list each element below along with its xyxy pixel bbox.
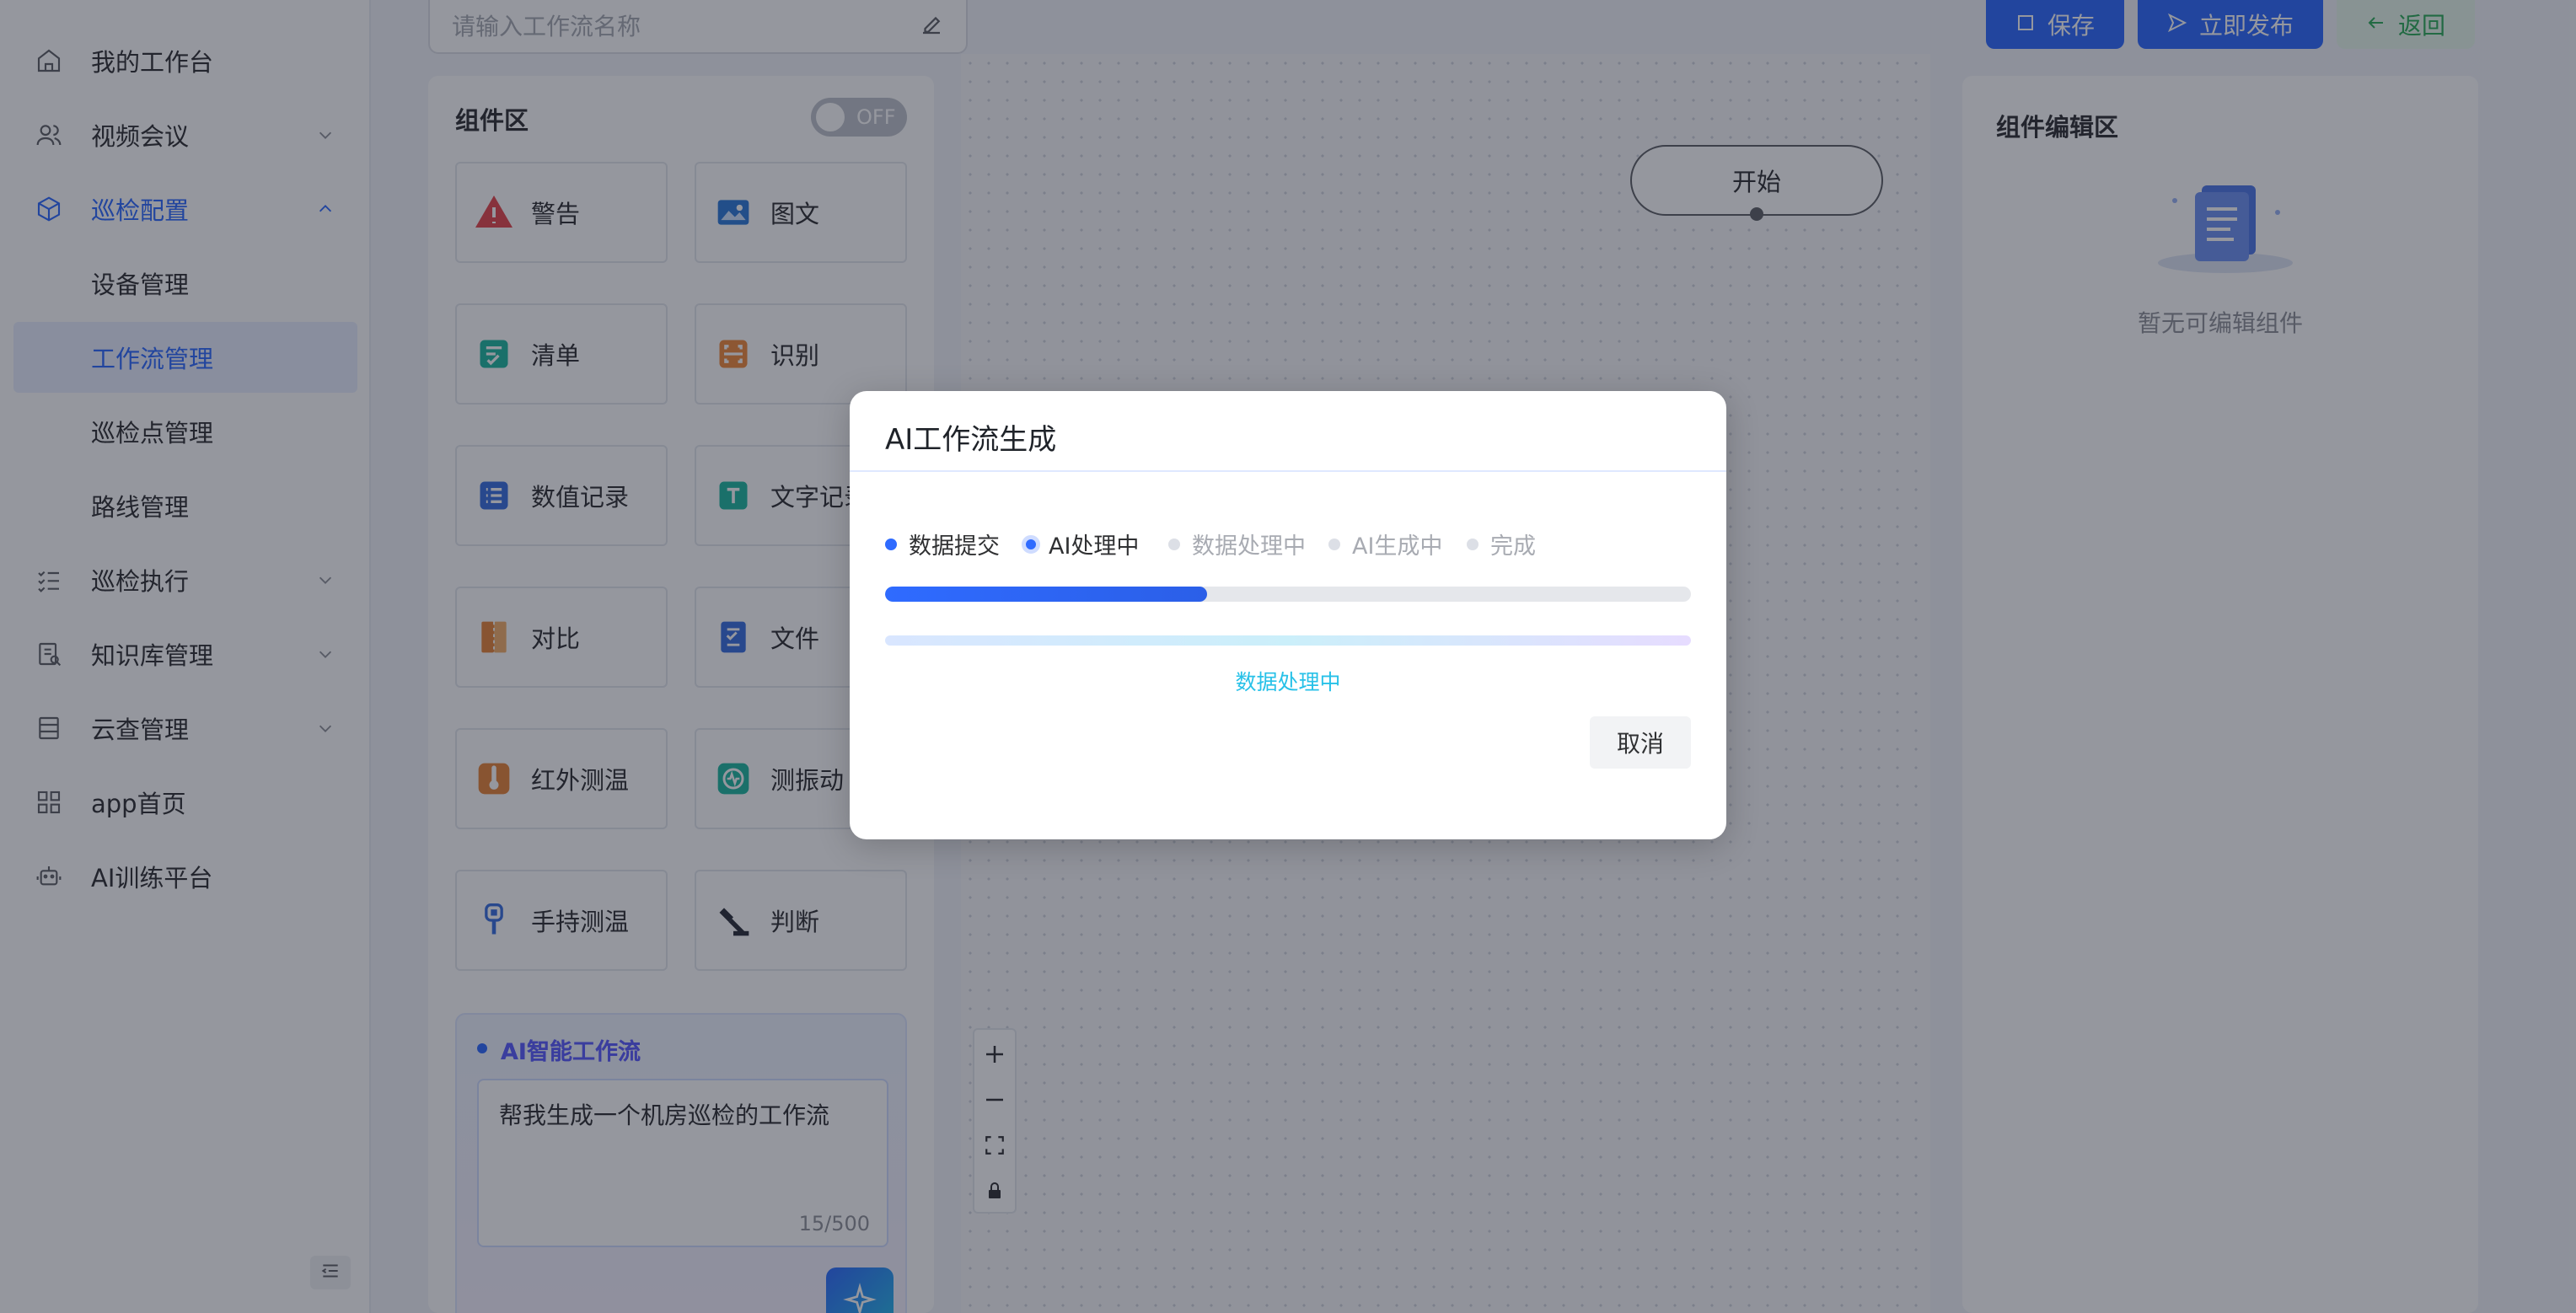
step-label: AI生成中 (1352, 533, 1443, 560)
step-label: 完成 (1490, 533, 1536, 560)
status-text: 数据处理中 (1235, 670, 1341, 694)
step-dot (1168, 538, 1180, 550)
step-dot (1022, 534, 1040, 554)
step-label: AI处理中 (1049, 533, 1140, 560)
step-dot (885, 538, 897, 550)
step-ai-generating: AI生成中 (1328, 528, 1442, 560)
step-dot (1467, 538, 1479, 550)
modal-divider (850, 470, 1726, 472)
step-label: 数据处理中 (1192, 533, 1306, 560)
step-label: 数据提交 (909, 533, 1000, 560)
step-dot (1328, 538, 1340, 550)
ai-generation-modal: AI工作流生成 数据提交 AI处理中 数据处理中 AI生成中 完成 数据处理中 … (850, 391, 1726, 839)
cancel-button[interactable]: 取消 (1590, 716, 1691, 769)
progress-bar (885, 587, 1691, 602)
step-ai-processing: AI处理中 (1022, 528, 1139, 560)
cancel-label: 取消 (1616, 730, 1664, 758)
step-complete: 完成 (1467, 528, 1536, 560)
progress-fill (885, 587, 1208, 602)
step-data-processing: 数据处理中 (1168, 528, 1306, 560)
step-data-submit: 数据提交 (885, 528, 1000, 560)
loading-shimmer (885, 635, 1691, 646)
modal-title: AI工作流生成 (885, 423, 1057, 457)
